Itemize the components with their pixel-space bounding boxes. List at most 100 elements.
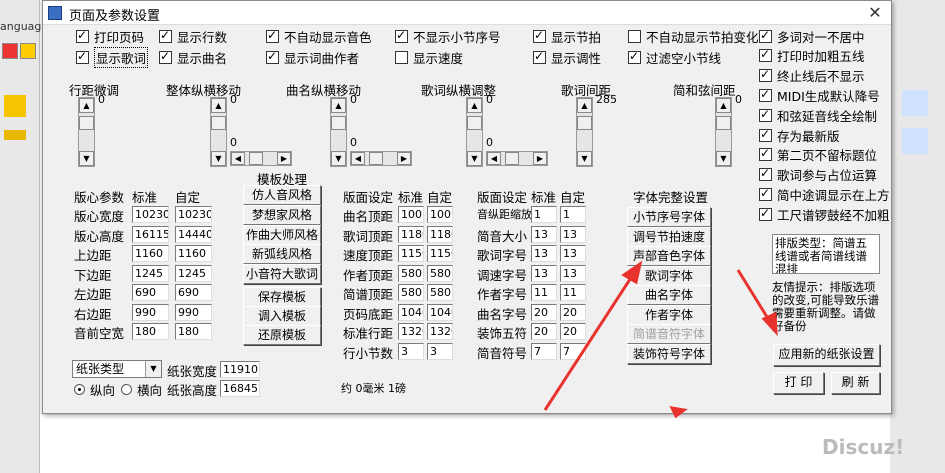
right-checkbox-8[interactable]: 简中途调显示在上方	[759, 185, 890, 203]
paper-height-field[interactable]: 16845	[220, 380, 260, 397]
checkbox-2[interactable]: 不自动显示音色	[266, 27, 372, 45]
right-checkbox-9[interactable]: 工尺谱锣鼓经不加粗	[759, 205, 890, 223]
horizontal-scrollbar[interactable]: ◀ ▶	[230, 151, 292, 166]
music-note-icon[interactable]	[902, 90, 928, 116]
standard-field[interactable]: 1	[531, 206, 557, 223]
custom-field[interactable]: 3	[427, 342, 453, 360]
standard-field[interactable]: 580	[398, 284, 424, 301]
scroll-left-icon[interactable]: ◀	[231, 152, 245, 165]
music-note-icon[interactable]	[902, 128, 928, 154]
scroll-thumb[interactable]	[369, 152, 383, 165]
scroll-thumb[interactable]	[467, 116, 482, 130]
template-button[interactable]: 仿人音风格	[243, 185, 321, 205]
custom-field[interactable]: 100	[427, 206, 453, 223]
horizontal-scrollbar[interactable]: ◀ ▶	[350, 151, 412, 166]
checkbox-10[interactable]: 显示调性	[533, 48, 601, 66]
apply-paper-button[interactable]: 应用新的纸张设置	[773, 344, 880, 366]
scroll-down-icon[interactable]: ▼	[79, 151, 94, 166]
vertical-scrollbar[interactable]: ▲ ▼	[210, 97, 227, 167]
font-button[interactable]: 调号节拍速度	[627, 226, 711, 247]
vertical-scrollbar[interactable]: ▲ ▼	[715, 97, 732, 167]
custom-field[interactable]: 14440	[175, 225, 212, 243]
template-button[interactable]: 调入模板	[243, 306, 321, 326]
checkbox-11[interactable]: 过滤空小节线	[628, 48, 721, 66]
scroll-down-icon[interactable]: ▼	[716, 151, 731, 166]
custom-field[interactable]: 690	[175, 284, 212, 301]
standard-field[interactable]: 1160	[132, 245, 169, 262]
custom-field[interactable]: 1245	[175, 264, 212, 282]
template-button[interactable]: 作曲大师风格	[243, 224, 321, 245]
standard-field[interactable]: 1180	[398, 225, 424, 243]
custom-field[interactable]: 20	[560, 303, 586, 321]
checkbox-7[interactable]: 显示曲名	[159, 48, 227, 66]
custom-field[interactable]: 13	[560, 245, 586, 262]
custom-field[interactable]: 1150	[427, 245, 453, 262]
scroll-up-icon[interactable]: ▲	[211, 98, 226, 113]
checkbox-0[interactable]: 打印页码	[76, 27, 144, 45]
checkbox-5[interactable]: 不自动显示节拍变化	[628, 27, 759, 45]
scroll-thumb[interactable]	[505, 152, 519, 165]
standard-field[interactable]: 1320	[398, 323, 424, 340]
scroll-thumb[interactable]	[211, 116, 226, 130]
checkbox-9[interactable]: 显示速度	[395, 48, 463, 66]
scroll-right-icon[interactable]: ▶	[277, 152, 291, 165]
scroll-up-icon[interactable]: ▲	[577, 98, 592, 113]
checkbox-8[interactable]: 显示词曲作者	[266, 48, 359, 66]
scroll-thumb[interactable]	[577, 116, 592, 130]
standard-field[interactable]: 3	[398, 342, 424, 360]
paper-width-field[interactable]: 11910	[220, 361, 260, 378]
tool-icon[interactable]	[4, 95, 26, 117]
checkbox-6[interactable]: 显示歌词	[76, 46, 149, 68]
scroll-down-icon[interactable]: ▼	[331, 151, 346, 166]
scroll-right-icon[interactable]: ▶	[397, 152, 411, 165]
scroll-up-icon[interactable]: ▲	[79, 98, 94, 113]
scroll-left-icon[interactable]: ◀	[487, 152, 501, 165]
horizontal-scrollbar[interactable]: ◀ ▶	[486, 151, 548, 166]
custom-field[interactable]: 13	[560, 264, 586, 282]
landscape-radio[interactable]: 横向	[121, 381, 162, 398]
paper-type-select[interactable]: 纸张类型 ▼	[72, 360, 162, 378]
standard-field[interactable]: 13	[531, 225, 557, 243]
custom-field[interactable]: 10230	[175, 206, 212, 223]
scroll-up-icon[interactable]: ▲	[716, 98, 731, 113]
scroll-down-icon[interactable]: ▼	[211, 151, 226, 166]
vertical-scrollbar[interactable]: ▲ ▼	[576, 97, 593, 167]
portrait-radio[interactable]: 纵向	[74, 381, 115, 398]
checkbox-3[interactable]: 不显示小节序号	[395, 27, 501, 45]
scroll-up-icon[interactable]: ▲	[467, 98, 482, 113]
standard-field[interactable]: 20	[531, 303, 557, 321]
play-icon[interactable]	[20, 43, 36, 59]
standard-field[interactable]: 100	[398, 206, 424, 223]
right-checkbox-2[interactable]: 终止线后不显示	[759, 67, 865, 85]
standard-field[interactable]: 13	[531, 264, 557, 282]
right-checkbox-5[interactable]: 存为最新版	[759, 126, 840, 144]
custom-field[interactable]: 1	[560, 206, 586, 223]
standard-field[interactable]: 580	[398, 264, 424, 282]
record-icon[interactable]	[2, 43, 18, 59]
scroll-thumb[interactable]	[249, 152, 263, 165]
standard-field[interactable]: 1150	[398, 245, 424, 262]
standard-field[interactable]: 16115	[132, 225, 169, 243]
vertical-scrollbar[interactable]: ▲ ▼	[78, 97, 95, 167]
font-button[interactable]: 歌词字体	[627, 265, 711, 286]
font-button[interactable]: 声部音色字体	[627, 246, 711, 266]
standard-field[interactable]: 1245	[132, 264, 169, 282]
template-button[interactable]: 还原模板	[243, 325, 321, 345]
scroll-left-icon[interactable]: ◀	[351, 152, 365, 165]
custom-field[interactable]: 1180	[427, 225, 453, 243]
standard-field[interactable]: 7	[531, 342, 557, 360]
font-button[interactable]: 装饰符号字体	[627, 343, 711, 364]
custom-field[interactable]: 13	[560, 225, 586, 243]
custom-field[interactable]: 1040	[427, 303, 453, 321]
standard-field[interactable]: 13	[531, 245, 557, 262]
standard-field[interactable]: 20	[531, 323, 557, 340]
right-checkbox-0[interactable]: 多词对一不居中	[759, 27, 865, 45]
custom-field[interactable]: 180	[175, 323, 212, 340]
refresh-button[interactable]: 刷 新	[831, 372, 880, 394]
right-checkbox-1[interactable]: 打印时加粗五线	[759, 47, 865, 65]
template-button[interactable]: 小音符大歌词	[243, 264, 321, 285]
scroll-thumb[interactable]	[331, 116, 346, 130]
vertical-scrollbar[interactable]: ▲ ▼	[466, 97, 483, 167]
custom-field[interactable]: 580	[427, 264, 453, 282]
tool-icon[interactable]	[4, 130, 26, 140]
